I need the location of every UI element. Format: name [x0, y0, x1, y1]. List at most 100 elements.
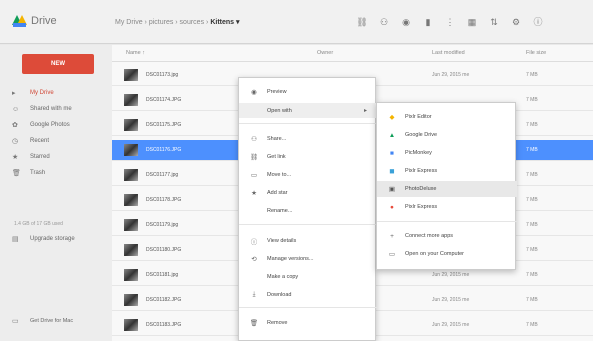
submenu-app-4[interactable]: ▣ PhotoDeluxe — [377, 181, 517, 197]
menu-preview[interactable]: ◉ Preview — [239, 84, 377, 99]
menu-open-with[interactable]: Open with ▸ — [239, 103, 377, 118]
sidebar-item-label: Google Photos — [30, 122, 70, 128]
more-icon[interactable]: ⋮ — [444, 16, 456, 28]
menu-label: Move to... — [267, 171, 292, 178]
menu-get-link[interactable]: ⛓ Get link — [239, 149, 377, 164]
upgrade-storage-link[interactable]: ▤ Upgrade storage — [12, 235, 75, 243]
image-thumbnail — [124, 319, 138, 331]
drive-logo[interactable]: Drive — [12, 15, 57, 27]
computer-icon: ▭ — [12, 318, 19, 325]
folder-icon: ▭ — [250, 171, 258, 179]
picmonkey-icon: ■ — [390, 149, 394, 157]
file-modified: Jun 29, 2015 me — [432, 72, 470, 78]
download-icon: ⤓ — [252, 290, 256, 298]
info-icon: ⓘ — [250, 238, 258, 246]
sort-icon[interactable]: ⇅ — [488, 16, 500, 28]
upgrade-label: Upgrade storage — [30, 236, 75, 242]
file-modified: Jun 29, 2015 me — [432, 297, 470, 303]
sidebar-item-trash[interactable]: 🗑 Trash — [0, 165, 112, 181]
menu-view-details[interactable]: ⓘ View details — [239, 233, 377, 248]
recent-icon: ◷ — [12, 138, 19, 145]
submenu-app-0[interactable]: ◆ Pixlr Editor — [377, 109, 517, 125]
sidebar: NEW ▸ My Drive ☺ Shared with me ✿ Google… — [0, 45, 112, 341]
preview-icon: ◉ — [251, 88, 257, 96]
grid-view-icon[interactable]: ▦ — [466, 16, 478, 28]
file-name: DSC01179.jpg — [146, 222, 179, 228]
divider — [239, 307, 377, 308]
menu-rename[interactable]: Rename... — [239, 203, 377, 218]
sidebar-item-starred[interactable]: ★ Starred — [0, 149, 112, 165]
menu-make-copy[interactable]: Make a copy — [239, 269, 377, 284]
image-thumbnail — [124, 169, 138, 181]
submenu-open-computer[interactable]: ▭ Open on your Computer — [377, 246, 517, 262]
info-icon[interactable]: ⓘ — [532, 16, 544, 28]
chevron-right-icon: ▸ — [363, 108, 367, 114]
col-name[interactable]: Name ↑ — [126, 50, 145, 56]
submenu-label: Pixlr Express — [405, 204, 438, 210]
submenu-connect-apps[interactable]: + Connect more apps — [377, 228, 517, 244]
menu-label: Open with — [267, 107, 292, 114]
link-icon[interactable]: ⛓ — [356, 16, 368, 28]
file-modified: Jun 29, 2015 me — [432, 322, 470, 328]
menu-manage-versions[interactable]: ⟲ Manage versions... — [239, 251, 377, 266]
submenu-label: PicMonkey — [405, 150, 432, 156]
add-person-icon[interactable]: ⚇ — [378, 16, 390, 28]
file-size: 7 MB — [526, 222, 538, 228]
menu-label: Rename... — [267, 207, 293, 214]
sidebar-nav: ▸ My Drive ☺ Shared with me ✿ Google Pho… — [0, 85, 112, 181]
menu-move-to[interactable]: ▭ Move to... — [239, 167, 377, 182]
image-thumbnail — [124, 244, 138, 256]
get-drive-link[interactable]: ▭ Get Drive for Mac — [12, 317, 73, 325]
trash-icon: 🗑 — [249, 319, 259, 327]
sidebar-item-my-drive[interactable]: ▸ My Drive — [0, 85, 112, 101]
storage-icon: ▤ — [12, 236, 19, 243]
file-name: DSC01174.JPG — [146, 97, 182, 103]
menu-label: View details — [267, 237, 297, 244]
sidebar-item-photos[interactable]: ✿ Google Photos — [0, 117, 112, 133]
submenu-app-3[interactable]: ◼ Pixlr Express — [377, 163, 517, 179]
settings-icon[interactable]: ⚙ — [510, 16, 522, 28]
context-menu: ◉ Preview Open with ▸ ⚇ Share... ⛓ Get l… — [238, 77, 377, 341]
file-size: 7 MB — [526, 122, 538, 128]
submenu-label: Google Drive — [405, 132, 438, 138]
share-icon: ⚇ — [251, 135, 257, 143]
submenu-app-5[interactable]: ● Pixlr Express — [377, 199, 517, 215]
computer-icon: ▭ — [388, 251, 396, 258]
preview-icon[interactable]: ◉ — [400, 16, 412, 28]
menu-label: Download — [267, 291, 292, 298]
col-modified: Last modified — [432, 50, 465, 56]
file-size: 7 MB — [526, 72, 538, 78]
trash-icon[interactable]: ▮ — [422, 16, 434, 28]
menu-add-star[interactable]: ★ Add star — [239, 185, 377, 200]
storage-usage: 1.4 GB of 17 GB used — [14, 221, 63, 227]
sidebar-item-shared[interactable]: ☺ Shared with me — [0, 101, 112, 117]
star-icon: ★ — [251, 189, 257, 197]
sidebar-item-recent[interactable]: ◷ Recent — [0, 133, 112, 149]
file-name: DSC01177.jpg — [146, 172, 179, 178]
file-size: 7 MB — [526, 297, 538, 303]
menu-download[interactable]: ⤓ Download — [239, 287, 377, 302]
image-thumbnail — [124, 219, 138, 231]
breadcrumb[interactable]: My Drive › pictures › sources › Kittens … — [115, 18, 240, 26]
image-thumbnail — [124, 119, 138, 131]
menu-label: Preview — [267, 88, 287, 95]
trash-icon: 🗑 — [12, 170, 21, 177]
breadcrumb-current[interactable]: Kittens ▾ — [210, 19, 239, 26]
menu-label: Make a copy — [267, 273, 299, 280]
app-icon: ● — [390, 203, 394, 211]
menu-share[interactable]: ⚇ Share... — [239, 131, 377, 146]
file-name: DSC01181.jpg — [146, 272, 179, 278]
submenu-app-2[interactable]: ■ PicMonkey — [377, 145, 517, 161]
submenu-app-1[interactable]: ▲ Google Drive — [377, 127, 517, 143]
image-thumbnail — [124, 294, 138, 306]
image-thumbnail — [124, 144, 138, 156]
submenu-label: Pixlr Editor — [405, 114, 432, 120]
menu-remove[interactable]: 🗑 Remove — [239, 315, 377, 330]
submenu-label: Open on your Computer — [405, 251, 465, 257]
submenu-label: PhotoDeluxe — [405, 186, 437, 192]
col-owner: Owner — [317, 50, 334, 56]
sidebar-item-label: Starred — [30, 154, 50, 160]
col-size: File size — [526, 50, 547, 56]
new-button[interactable]: NEW — [22, 54, 94, 74]
breadcrumb-path[interactable]: My Drive › pictures › sources › — [115, 19, 208, 26]
